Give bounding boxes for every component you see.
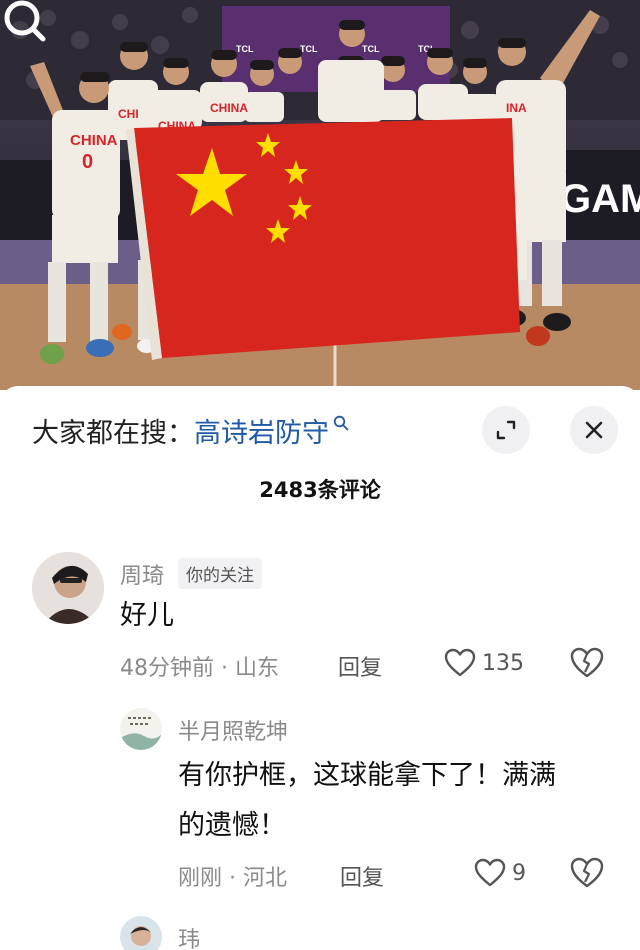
avatar-image [32,552,104,624]
avatar[interactable] [120,916,162,950]
close-icon [585,421,603,439]
heart-icon [474,858,506,887]
expand-button[interactable] [482,406,530,454]
trending-search-term[interactable]: 高诗岩防守 [194,411,329,450]
close-button[interactable] [570,406,618,454]
jersey-number: 0 [82,151,93,173]
sponsor-logo: TCL [300,44,318,54]
hero-photo: TCL TCL TCL TCL GAM CHI CHINA CHINA CHIN… [0,0,640,390]
svg-text:CHI: CHI [118,107,139,121]
jersey-text: CHINA [70,132,118,149]
avatar-image [120,708,162,750]
sponsor-logo: TCL [236,44,254,54]
comment-text-line: 有你护框，这球能拿下了！满满 [178,760,556,791]
comment-count: 2483条评论 [259,478,381,502]
following-badge: 你的关注 [178,558,262,589]
comment-username[interactable]: 周琦 [120,558,164,590]
broken-heart-icon[interactable] [570,646,604,680]
comment-text: 好儿 [120,600,174,631]
like-button[interactable]: 135 [444,648,524,678]
reply-button[interactable]: 回复 [340,860,384,892]
china-flag [126,118,520,360]
team-photo-illustration: TCL TCL TCL TCL GAM CHI CHINA CHINA CHIN… [0,0,640,390]
like-button[interactable]: 9 [474,858,526,888]
heart-icon [444,648,476,677]
reply-button[interactable]: 回复 [338,650,382,682]
broken-heart-icon[interactable] [570,856,604,890]
expand-icon [496,420,516,440]
avatar-image [120,916,162,950]
search-icon [333,415,349,431]
arena-banner-text: GAM [560,177,640,221]
trending-search-row[interactable]: 大家都在搜： 高诗岩防守 [32,410,349,450]
comment-text-line: 的遗憾！ [178,810,286,841]
avatar[interactable] [32,552,104,624]
comment-sheet: 大家都在搜： 高诗岩防守 2483条评论 周琦 你的关注 好儿 48分钟前 · … [0,386,640,950]
comment-username[interactable]: 半月照乾坤 [178,714,288,746]
comment-username[interactable]: 玮 [178,922,200,950]
svg-text:CHINA: CHINA [210,101,248,115]
svg-text:INA: INA [506,101,527,115]
sponsor-logo: TCL [362,44,380,54]
comment-time-location: 刚刚 · 河北 [178,866,287,891]
avatar[interactable] [120,708,162,750]
comment-time-location: 48分钟前 · 山东 [120,656,279,681]
like-count: 9 [512,860,526,886]
like-count: 135 [482,650,524,676]
trending-search-prefix: 大家都在搜： [32,417,194,449]
search-icon[interactable] [0,0,46,46]
